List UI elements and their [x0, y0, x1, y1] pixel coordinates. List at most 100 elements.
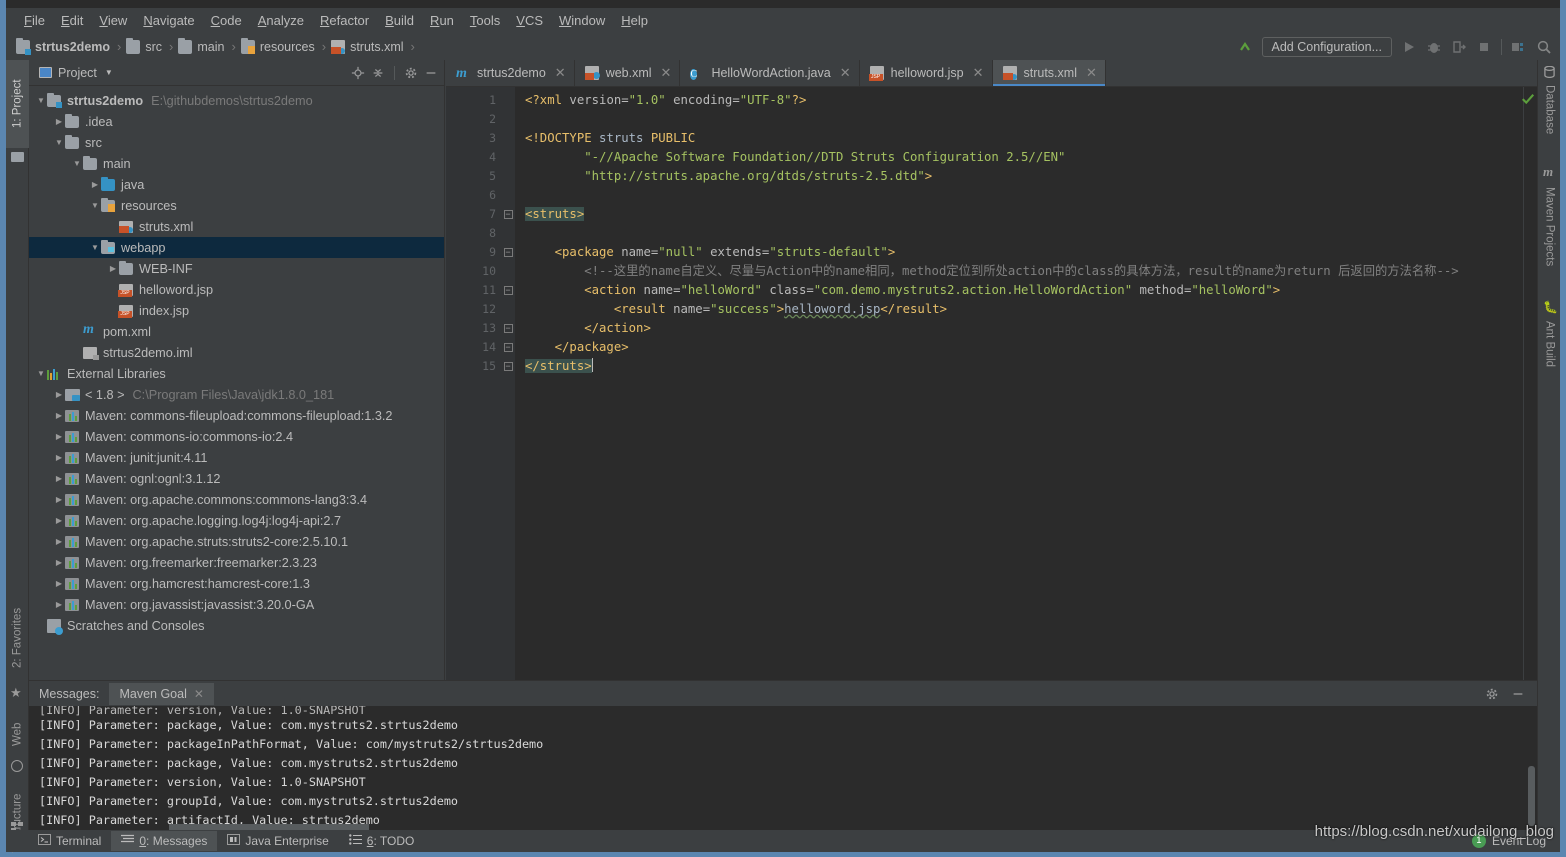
status-bar-6--todo[interactable]: 6: TODO: [339, 831, 425, 851]
hide-icon[interactable]: [1511, 687, 1525, 701]
maven-goal-tab[interactable]: Maven Goal ✕: [109, 682, 214, 705]
chevron-right-icon[interactable]: ▶: [53, 558, 65, 567]
debug-icon[interactable]: [1426, 39, 1442, 55]
chevron-right-icon[interactable]: ▶: [53, 411, 65, 420]
chevron-right-icon[interactable]: ▶: [53, 453, 65, 462]
menu-item-code[interactable]: Code: [203, 11, 250, 30]
tree-node-selected[interactable]: ▼ webapp: [29, 237, 444, 258]
menu-item-help[interactable]: Help: [613, 11, 656, 30]
chevron-right-icon[interactable]: ▶: [53, 474, 65, 483]
menu-item-tools[interactable]: Tools: [462, 11, 508, 30]
status-bar-terminal[interactable]: Terminal: [28, 831, 111, 851]
messages-scrollbar[interactable]: [1528, 766, 1535, 826]
menu-item-view[interactable]: View: [91, 11, 135, 30]
fold-toggle-icon[interactable]: −: [501, 281, 515, 300]
breadcrumb-item-strtus2demo[interactable]: strtus2demo: [16, 37, 110, 55]
project-tree[interactable]: ▼ strtus2demo E:\githubdemos\strtus2demo ▶.…: [29, 87, 444, 680]
project-structure-icon[interactable]: [1511, 39, 1527, 55]
tool-tab-database[interactable]: Database: [1538, 82, 1561, 152]
chevron-right-icon[interactable]: ▶: [89, 180, 101, 189]
tree-node[interactable]: ▶ java: [29, 174, 444, 195]
tree-node[interactable]: ▶ Maven: ognl:ognl:3.1.12: [29, 468, 444, 489]
close-icon[interactable]: ✕: [1086, 65, 1097, 81]
editor-tab-helloword-jsp[interactable]: helloword.jsp ✕: [859, 60, 993, 86]
tree-node[interactable]: ▶ Maven: commons-io:commons-io:2.4: [29, 426, 444, 447]
chevron-right-icon[interactable]: ▶: [53, 516, 65, 525]
chevron-down-icon[interactable]: ▼: [89, 243, 101, 252]
chevron-right-icon[interactable]: ▶: [53, 600, 65, 609]
tree-node[interactable]: ▶ Maven: org.apache.logging.log4j:log4j-a…: [29, 510, 444, 531]
status-bar-0--messages[interactable]: 0: Messages: [111, 831, 218, 851]
tool-tab-ant-build[interactable]: Ant Build: [1538, 318, 1561, 390]
tree-node[interactable]: ▶ Maven: commons-fileupload:commons-fileu…: [29, 405, 444, 426]
menu-item-refactor[interactable]: Refactor: [312, 11, 377, 30]
settings-gear-icon[interactable]: [1485, 687, 1499, 701]
tree-node[interactable]: m pom.xml: [29, 321, 444, 342]
fold-toggle-icon[interactable]: −: [501, 205, 515, 224]
menu-item-analyze[interactable]: Analyze: [250, 11, 312, 30]
tree-node[interactable]: ▶ < 1.8 > C:\Program Files\Java\jdk1.8.0_1…: [29, 384, 444, 405]
fold-toggle-icon[interactable]: −: [501, 243, 515, 262]
tree-node[interactable]: index.jsp: [29, 300, 444, 321]
tree-node[interactable]: ▼ resources: [29, 195, 444, 216]
code-folding-gutter[interactable]: − − − − − −: [501, 87, 515, 680]
chevron-right-icon[interactable]: ▶: [53, 390, 65, 399]
tree-node[interactable]: helloword.jsp: [29, 279, 444, 300]
breadcrumb-item-main[interactable]: main: [178, 37, 224, 54]
tool-tab-maven-projects[interactable]: Maven Projects: [1538, 184, 1561, 289]
chevron-down-icon[interactable]: ▼: [71, 159, 83, 168]
tree-node[interactable]: ▶ Maven: org.apache.commons:commons-lang3…: [29, 489, 444, 510]
breadcrumb-item-resources[interactable]: resources: [240, 37, 315, 54]
menu-item-window[interactable]: Window: [551, 11, 613, 30]
settings-gear-icon[interactable]: [404, 66, 418, 80]
tree-node[interactable]: ▶ Maven: org.freemarker:freemarker:2.3.23: [29, 552, 444, 573]
chevron-right-icon[interactable]: ▶: [53, 495, 65, 504]
tree-node[interactable]: ▶ .idea: [29, 111, 444, 132]
chevron-down-icon[interactable]: ▼: [89, 201, 101, 210]
fold-toggle-icon[interactable]: −: [501, 319, 515, 338]
close-icon[interactable]: ✕: [973, 65, 984, 81]
breadcrumb-item-src[interactable]: src: [126, 37, 162, 54]
hide-icon[interactable]: [424, 66, 438, 80]
editor-tab-web-xml[interactable]: web.xml ✕: [574, 60, 681, 86]
chevron-right-icon[interactable]: ▶: [107, 264, 119, 273]
chevron-right-icon[interactable]: ▶: [53, 537, 65, 546]
fold-toggle-icon[interactable]: −: [501, 338, 515, 357]
close-icon[interactable]: ✕: [840, 65, 851, 81]
editor-tab-strtus2demo[interactable]: m strtus2demo ✕: [446, 60, 575, 86]
error-stripe-marker[interactable]: [1522, 87, 1537, 680]
run-with-coverage-icon[interactable]: [1451, 39, 1467, 55]
search-everywhere-icon[interactable]: [1536, 39, 1552, 55]
close-icon[interactable]: ✕: [661, 65, 672, 81]
close-icon[interactable]: ✕: [555, 65, 566, 81]
menu-item-run[interactable]: Run: [422, 11, 462, 30]
locate-icon[interactable]: [351, 66, 365, 80]
tree-node[interactable]: ▶ WEB-INF: [29, 258, 444, 279]
run-icon[interactable]: [1401, 39, 1417, 55]
chevron-right-icon[interactable]: ▶: [53, 117, 65, 126]
breadcrumb-item-struts-xml[interactable]: struts.xml: [331, 39, 404, 54]
tree-node[interactable]: ▼ strtus2demo E:\githubdemos\strtus2demo: [29, 90, 444, 111]
chevron-down-icon[interactable]: ▼: [35, 96, 47, 105]
menu-item-file[interactable]: File: [16, 11, 53, 30]
messages-output[interactable]: [INFO] Parameter: version, Value: 1.0-SN…: [29, 706, 1537, 830]
add-configuration-button[interactable]: Add Configuration...: [1261, 36, 1392, 57]
tree-node[interactable]: struts.xml: [29, 216, 444, 237]
menu-item-edit[interactable]: Edit: [53, 11, 91, 30]
tool-tab-web[interactable]: Web: [6, 708, 29, 760]
code-editor[interactable]: 1 2 3 4 5 6 7 8 9 10 11 12 13 14 15 − − − − − − <?xml versi…: [446, 87, 1537, 680]
stop-icon[interactable]: [1476, 39, 1492, 55]
tree-node[interactable]: ▶ Maven: junit:junit:4.11: [29, 447, 444, 468]
tree-node[interactable]: ▶ Maven: org.javassist:javassist:3.20.0-G…: [29, 594, 444, 615]
menu-item-navigate[interactable]: Navigate: [135, 11, 202, 30]
fold-toggle-icon[interactable]: −: [501, 357, 515, 376]
chevron-right-icon[interactable]: ▶: [53, 432, 65, 441]
collapse-all-icon[interactable]: [371, 66, 385, 80]
chevron-down-icon[interactable]: ▼: [53, 138, 65, 147]
status-bar-java-enterprise[interactable]: Java Enterprise: [217, 831, 338, 851]
tree-node[interactable]: ▼ External Libraries: [29, 363, 444, 384]
tree-node[interactable]: ▼ src: [29, 132, 444, 153]
editor-tab-hellowordaction-java[interactable]: C HelloWordAction.java ✕: [680, 60, 860, 86]
editor-tab-struts-xml[interactable]: struts.xml ✕: [992, 60, 1106, 86]
tool-tab-project[interactable]: 1: Project: [6, 60, 29, 148]
